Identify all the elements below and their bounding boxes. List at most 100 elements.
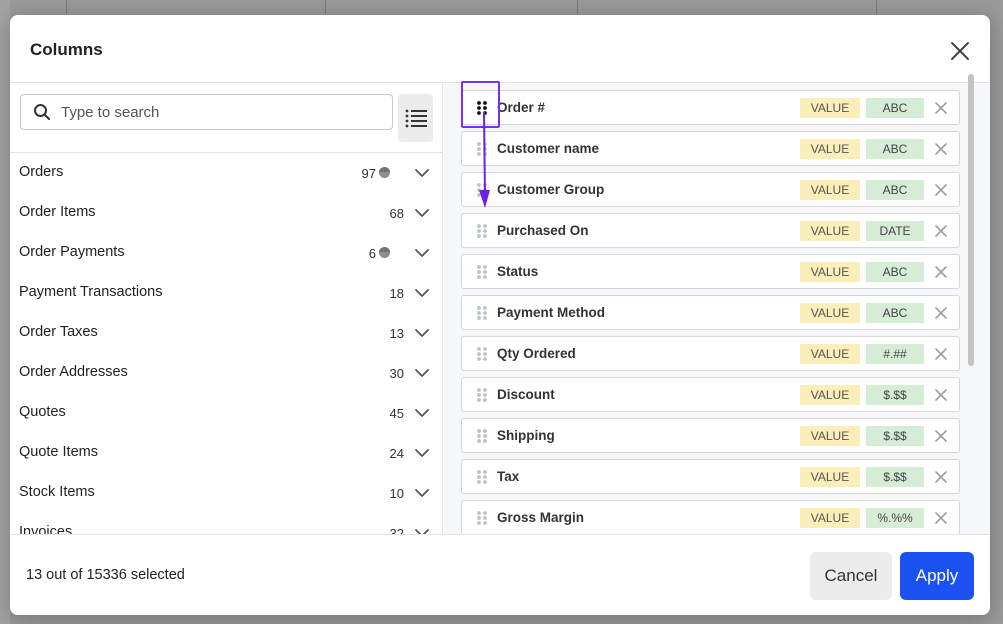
drag-handle-icon[interactable] [476,387,488,403]
type-tag[interactable]: ABC [866,262,924,282]
remove-column-icon[interactable] [934,265,948,279]
remove-column-icon[interactable] [934,224,948,238]
group-count: 18 [389,286,404,301]
chevron-down-icon[interactable] [415,526,429,534]
drag-handle-icon[interactable] [476,182,488,198]
chevron-down-icon[interactable] [415,166,429,180]
remove-column-icon[interactable] [934,183,948,197]
column-row[interactable]: Gross Margin VALUE%.%% [461,500,960,534]
group-name: Quote Items [19,444,98,460]
value-tag[interactable]: VALUE [800,303,860,323]
chevron-down-icon[interactable] [415,246,429,260]
group-item[interactable]: Quote Items 24 [10,433,442,473]
value-tag[interactable]: VALUE [800,98,860,118]
remove-column-icon[interactable] [934,511,948,525]
group-item[interactable]: Order Payments 6 [10,233,442,273]
column-row[interactable]: Tax VALUE $.$$ [461,459,960,494]
type-tag[interactable]: ABC [866,303,924,323]
chevron-down-icon[interactable] [415,446,429,460]
column-row[interactable]: Payment Method VALUE ABC [461,295,960,330]
drag-handle-icon[interactable] [476,141,488,157]
remove-column-icon[interactable] [934,306,948,320]
remove-column-icon[interactable] [934,142,948,156]
drag-handle-icon[interactable] [476,469,488,485]
group-item[interactable]: Order Addresses 30 [10,353,442,393]
remove-column-icon[interactable] [934,388,948,402]
background-divider [325,0,326,14]
type-tag[interactable]: ABC [866,98,924,118]
value-tag[interactable]: VALUE [800,385,860,405]
column-name: Customer name [497,141,600,156]
group-name: Payment Transactions [19,284,163,300]
column-name: Purchased On [497,223,589,238]
value-tag[interactable]: VALUE [800,426,860,446]
remove-column-icon[interactable] [934,470,948,484]
group-item[interactable]: Orders 97 [10,153,442,193]
value-tag[interactable]: VALUE [800,508,860,528]
list-view-button[interactable] [398,94,433,142]
apply-button[interactable]: Apply [900,552,974,600]
group-name: Quotes [19,404,66,420]
drag-handle-icon[interactable] [476,428,488,444]
value-tag[interactable]: VALUE [800,467,860,487]
drag-handle-icon[interactable] [476,346,488,362]
column-row[interactable]: Shipping VALUE $.$$ [461,418,960,453]
group-item[interactable]: Payment Transactions 18 [10,273,442,313]
type-tag[interactable]: DATE [866,221,924,241]
group-count: 13 [389,326,404,341]
column-row[interactable]: Qty Ordered VALUE #.## [461,336,960,371]
scrollbar-thumb[interactable] [968,74,974,366]
type-tag[interactable]: ABC [866,139,924,159]
status-dot-icon [379,167,390,178]
remove-column-icon[interactable] [934,101,948,115]
column-row[interactable]: Customer name VALUE ABC [461,131,960,166]
search-input[interactable] [61,101,381,123]
drag-handle-icon[interactable] [476,264,488,280]
value-tag[interactable]: VALUE [800,221,860,241]
chevron-down-icon[interactable] [415,206,429,220]
modal-header: Columns [10,15,990,83]
group-item[interactable]: Stock Items 10 [10,473,442,513]
cancel-button[interactable]: Cancel [810,552,892,600]
column-row[interactable]: Customer Group VALUE ABC [461,172,960,207]
column-row[interactable]: Discount VALUE $.$$ [461,377,960,412]
drag-handle-icon[interactable] [476,223,488,239]
type-tag[interactable]: #.## [866,344,924,364]
selected-columns-pane: Order # VALUE ABC Customer name VALUE ABC Cust… [444,84,990,534]
group-name: Orders [19,164,64,180]
value-tag[interactable]: VALUE [800,344,860,364]
value-tag[interactable]: VALUE [800,262,860,282]
column-name: Tax [497,469,520,484]
chevron-down-icon[interactable] [415,326,429,340]
drag-handle-icon[interactable] [476,100,488,116]
type-tag[interactable]: ABC [866,180,924,200]
remove-column-icon[interactable] [934,429,948,443]
group-name: Order Taxes [19,324,98,340]
chevron-down-icon[interactable] [415,366,429,380]
group-item[interactable]: Order Taxes 13 [10,313,442,353]
chevron-down-icon[interactable] [415,286,429,300]
group-count: 10 [389,486,404,501]
remove-column-icon[interactable] [934,347,948,361]
drag-handle-icon[interactable] [476,305,488,321]
drag-handle-icon[interactable] [476,510,488,526]
group-count: 30 [389,366,404,381]
background-divider [577,0,578,14]
group-item[interactable]: Order Items 68 [10,193,442,233]
group-count: 97 [361,166,376,181]
column-name: Shipping [497,428,555,443]
column-row[interactable]: Purchased On VALUE DATE [461,213,960,248]
chevron-down-icon[interactable] [415,406,429,420]
value-tag[interactable]: VALUE [800,180,860,200]
type-tag[interactable]: $.$$ [866,426,924,446]
value-tag[interactable]: VALUE [800,139,860,159]
type-tag[interactable]: $.$$ [866,385,924,405]
group-item[interactable]: Invoices 32 [10,513,442,534]
type-tag[interactable]: %.%% [866,508,924,528]
close-button[interactable] [948,39,972,63]
chevron-down-icon[interactable] [415,486,429,500]
group-item[interactable]: Quotes 45 [10,393,442,433]
column-row[interactable]: Status VALUE ABC [461,254,960,289]
column-row[interactable]: Order # VALUE ABC [461,90,960,125]
type-tag[interactable]: $.$$ [866,467,924,487]
